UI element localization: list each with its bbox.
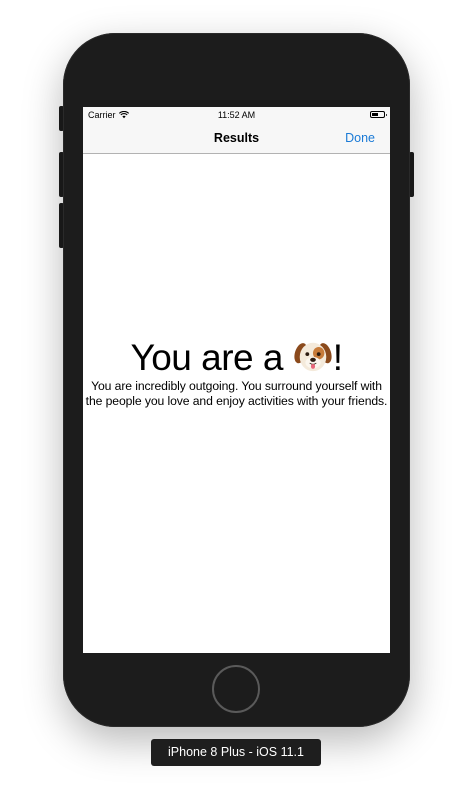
nav-title: Results xyxy=(213,131,260,145)
phone-screen: Carrier 11:52 AM Results Done You are a xyxy=(83,107,390,653)
headline-prefix: You are a xyxy=(130,337,293,378)
status-bar: Carrier 11:52 AM xyxy=(83,107,390,123)
battery-icon xyxy=(370,111,387,118)
navigation-bar: Results Done xyxy=(83,123,390,154)
dog-face-icon xyxy=(294,342,332,372)
done-button[interactable]: Done xyxy=(345,131,375,145)
home-button[interactable] xyxy=(212,665,260,713)
result-description: You are incredibly outgoing. You surroun… xyxy=(85,379,388,408)
device-label: iPhone 8 Plus - iOS 11.1 xyxy=(151,739,321,766)
result-content: You are a ! You are incredibly outgoing.… xyxy=(83,337,390,409)
headline-suffix: ! xyxy=(332,337,343,378)
result-headline: You are a ! xyxy=(83,337,390,379)
status-time: 11:52 AM xyxy=(217,110,256,120)
simulator-window: Carrier 11:52 AM Results Done You are a xyxy=(0,0,473,808)
